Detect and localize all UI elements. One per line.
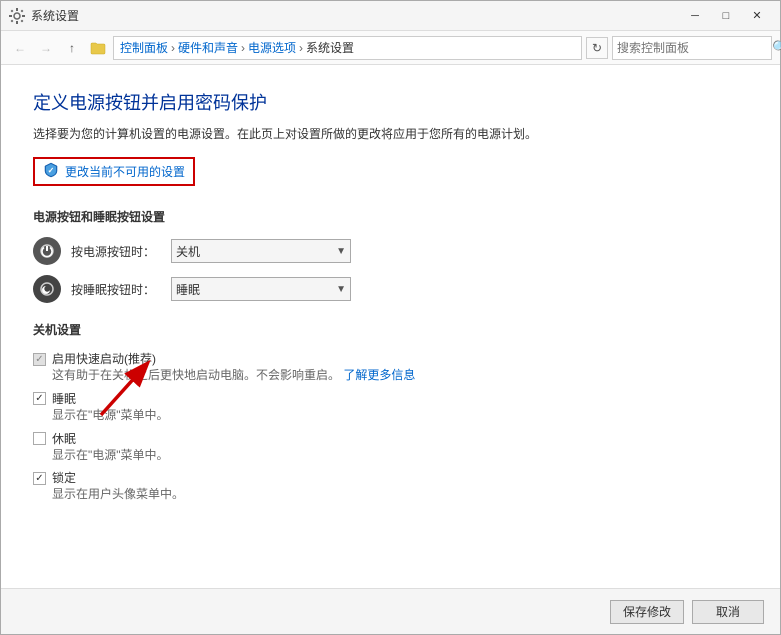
power-btn-label: 按电源按钮时：	[71, 243, 161, 260]
power-btn-arrow: ▼	[336, 246, 346, 257]
power-btn-section-title: 电源按钮和睡眠按钮设置	[33, 208, 748, 225]
back-button[interactable]: ←	[9, 37, 31, 59]
window-icon	[9, 8, 25, 24]
footer: 保存修改 取消	[1, 588, 780, 634]
sleep-icon	[33, 275, 61, 303]
power-settings: 按电源按钮时： 关机 ▼ 按睡眠按钮时： 睡眠 ▼	[33, 237, 748, 303]
power-icon	[33, 237, 61, 265]
minimize-button[interactable]: ─	[680, 6, 710, 26]
main-window: 系统设置 ─ □ ✕ ← → ↑ 控制面板 › 硬件和声音 › 电源选项 › 系…	[0, 0, 781, 635]
window-controls: ─ □ ✕	[680, 6, 772, 26]
address-bar: ← → ↑ 控制面板 › 硬件和声音 › 电源选项 › 系统设置 ↻ 🔍	[1, 31, 780, 65]
hibernate-desc: 显示在"电源"菜单中。	[52, 447, 748, 464]
save-button[interactable]: 保存修改	[610, 600, 684, 624]
breadcrumb-power[interactable]: 电源选项	[248, 39, 296, 56]
sleep-desc: 显示在"电源"菜单中。	[52, 407, 748, 424]
sleep-checkbox[interactable]	[33, 392, 46, 405]
sleep-checkbox-row: 睡眠	[33, 390, 748, 407]
sleep-btn-arrow: ▼	[336, 284, 346, 295]
change-settings-label: 更改当前不可用的设置	[65, 163, 185, 180]
power-btn-value: 关机	[176, 243, 336, 260]
shutdown-section-title: 关机设置	[33, 321, 748, 338]
lock-desc: 显示在用户头像菜单中。	[52, 486, 748, 503]
hibernate-checkbox-row: 休眠	[33, 430, 748, 447]
folder-icon	[87, 37, 109, 59]
learn-more-link[interactable]: 了解更多信息	[343, 368, 415, 382]
power-btn-select[interactable]: 关机 ▼	[171, 239, 351, 263]
lock-checkbox[interactable]	[33, 472, 46, 485]
up-button[interactable]: ↑	[61, 37, 83, 59]
forward-button[interactable]: →	[35, 37, 57, 59]
window-title: 系统设置	[31, 7, 680, 24]
page-description: 选择要为您的计算机设置的电源设置。在此页上对设置所做的更改将应用于您所有的电源计…	[33, 125, 748, 143]
main-content: 定义电源按钮并启用密码保护 选择要为您的计算机设置的电源设置。在此页上对设置所做…	[1, 65, 780, 588]
lock-label: 锁定	[52, 469, 76, 486]
close-button[interactable]: ✕	[742, 6, 772, 26]
fast-startup-checkbox[interactable]	[33, 353, 46, 366]
shutdown-section: 启用快速启动(推荐) 这有助于在关机之后更快地启动电脑。不会影响重启。 了解更多…	[33, 350, 748, 503]
cancel-button[interactable]: 取消	[692, 600, 764, 624]
search-input[interactable]	[617, 41, 772, 55]
sleep-button-row: 按睡眠按钮时： 睡眠 ▼	[33, 275, 748, 303]
fast-startup-row: 启用快速启动(推荐)	[33, 350, 748, 367]
maximize-button[interactable]: □	[711, 6, 741, 26]
change-settings-button[interactable]: ✓ 更改当前不可用的设置	[33, 157, 195, 186]
fast-startup-label: 启用快速启动(推荐)	[52, 350, 156, 367]
sleep-btn-value: 睡眠	[176, 281, 336, 298]
page-title: 定义电源按钮并启用密码保护	[33, 89, 748, 115]
hibernate-label: 休眠	[52, 430, 76, 447]
search-box: 🔍	[612, 36, 772, 60]
refresh-button[interactable]: ↻	[586, 37, 608, 59]
sleep-label: 睡眠	[52, 390, 76, 407]
sleep-btn-label: 按睡眠按钮时：	[71, 281, 161, 298]
breadcrumb-bar: 控制面板 › 硬件和声音 › 电源选项 › 系统设置	[113, 36, 582, 60]
breadcrumb-current: 系统设置	[306, 39, 354, 56]
sleep-btn-select[interactable]: 睡眠 ▼	[171, 277, 351, 301]
breadcrumb-hardware[interactable]: 硬件和声音	[178, 39, 238, 56]
shield-icon: ✓	[43, 162, 59, 181]
title-bar: 系统设置 ─ □ ✕	[1, 1, 780, 31]
hibernate-checkbox[interactable]	[33, 432, 46, 445]
power-button-row: 按电源按钮时： 关机 ▼	[33, 237, 748, 265]
search-icon-button[interactable]: 🔍	[772, 39, 781, 57]
breadcrumb-controlpanel[interactable]: 控制面板	[120, 39, 168, 56]
svg-text:✓: ✓	[48, 166, 55, 175]
fast-startup-desc: 这有助于在关机之后更快地启动电脑。不会影响重启。 了解更多信息	[52, 367, 748, 384]
lock-checkbox-row: 锁定	[33, 469, 748, 486]
